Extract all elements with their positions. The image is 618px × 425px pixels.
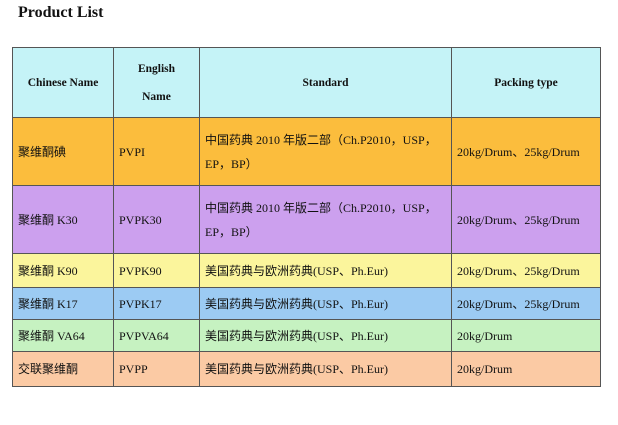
packing-type-cell: 20kg/Drum、25kg/Drum: [451, 287, 601, 320]
english-name-cell: PVPP: [113, 351, 200, 387]
column-header-english-line1: English: [137, 62, 176, 75]
packing-type-cell: 20kg/Drum: [451, 351, 601, 387]
packing-type-cell: 20kg/Drum、25kg/Drum: [451, 185, 601, 254]
table-row: 交联聚维酮 PVPP 美国药典与欧洲药典(USP、Ph.Eur) 20kg/Dr…: [12, 351, 601, 387]
packing-type-cell: 20kg/Drum: [451, 319, 601, 352]
standard-cell: 中国药典 2010 年版二部（Ch.P2010，USP，EP，BP）: [199, 185, 452, 254]
standard-cell: 美国药典与欧洲药典(USP、Ph.Eur): [199, 287, 452, 320]
column-header-chinese-name: Chinese Name: [12, 47, 114, 118]
chinese-name-cell: 聚维酮 K17: [12, 287, 114, 320]
column-header-english-name: English Name: [113, 47, 200, 118]
packing-type-cell: 20kg/Drum、25kg/Drum: [451, 253, 601, 288]
chinese-name-cell: 交联聚维酮: [12, 351, 114, 387]
table-row: 聚维酮 K30 PVPK30 中国药典 2010 年版二部（Ch.P2010，U…: [12, 185, 601, 254]
chinese-name-cell: 聚维酮 VA64: [12, 319, 114, 352]
english-name-cell: PVPVA64: [113, 319, 200, 352]
table-row: 聚维酮碘 PVPI 中国药典 2010 年版二部（Ch.P2010，USP，EP…: [12, 117, 601, 186]
english-name-cell: PVPK17: [113, 287, 200, 320]
column-header-packing-type: Packing type: [451, 47, 601, 118]
product-table: Chinese Name English Name Standard Packi…: [12, 47, 601, 387]
column-header-english-line2: Name: [142, 90, 171, 103]
table-header-row: Chinese Name English Name Standard Packi…: [12, 47, 601, 118]
english-name-cell: PVPK90: [113, 253, 200, 288]
page-title: Product List: [18, 4, 104, 21]
standard-cell: 美国药典与欧洲药典(USP、Ph.Eur): [199, 319, 452, 352]
chinese-name-cell: 聚维酮 K90: [12, 253, 114, 288]
column-header-standard: Standard: [199, 47, 452, 118]
chinese-name-cell: 聚维酮碘: [12, 117, 114, 186]
english-name-cell: PVPI: [113, 117, 200, 186]
english-name-cell: PVPK30: [113, 185, 200, 254]
table-row: 聚维酮 K90 PVPK90 美国药典与欧洲药典(USP、Ph.Eur) 20k…: [12, 253, 601, 288]
table-row: 聚维酮 K17 PVPK17 美国药典与欧洲药典(USP、Ph.Eur) 20k…: [12, 287, 601, 320]
standard-cell: 美国药典与欧洲药典(USP、Ph.Eur): [199, 351, 452, 387]
standard-cell: 中国药典 2010 年版二部（Ch.P2010，USP，EP，BP）: [199, 117, 452, 186]
packing-type-cell: 20kg/Drum、25kg/Drum: [451, 117, 601, 186]
table-row: 聚维酮 VA64 PVPVA64 美国药典与欧洲药典(USP、Ph.Eur) 2…: [12, 319, 601, 352]
chinese-name-cell: 聚维酮 K30: [12, 185, 114, 254]
standard-cell: 美国药典与欧洲药典(USP、Ph.Eur): [199, 253, 452, 288]
